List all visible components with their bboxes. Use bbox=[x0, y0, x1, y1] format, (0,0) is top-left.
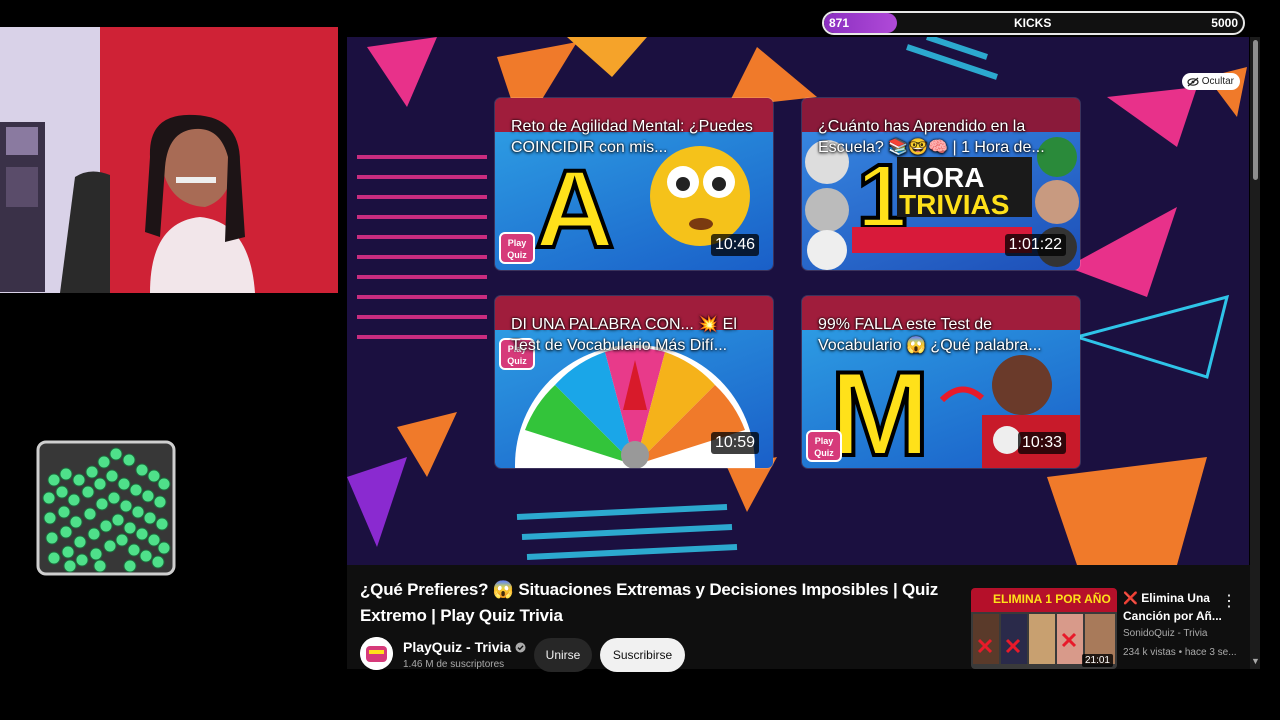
end-card-duration: 1:01:22 bbox=[1004, 234, 1066, 256]
eye-off-icon bbox=[1187, 77, 1199, 86]
end-card[interactable]: 1 HORA TRIVIAS ¿Cuánto has Aprendido en … bbox=[802, 98, 1080, 270]
channel-name-text[interactable]: PlayQuiz - Trivia bbox=[403, 639, 511, 655]
more-vert-icon[interactable]: ⋮ bbox=[1221, 591, 1237, 611]
recommended-duration: 21:01 bbox=[1081, 654, 1113, 667]
svg-text:M: M bbox=[830, 347, 930, 468]
scroll-down-arrow-icon[interactable]: ▼ bbox=[1251, 656, 1260, 666]
recommended-thumbnail[interactable]: ELIMINA 1 POR AÑO 21:01 bbox=[971, 588, 1117, 669]
play-quiz-logo: Play Quiz bbox=[806, 430, 842, 462]
svg-text:A: A bbox=[535, 148, 614, 270]
end-card-title: 99% FALLA este Test de Vocabulario 😱 ¿Qu… bbox=[818, 316, 1042, 354]
kicks-goal-bar: 871 KICKS 5000 bbox=[822, 11, 1245, 35]
subscriber-count: 1.46 M de suscriptores bbox=[403, 659, 505, 670]
end-card[interactable]: M Play Quiz 99% FALLA este Test de Vocab… bbox=[802, 296, 1080, 468]
end-card-title: DI UNA PALABRA CON... 💥 El Test de Vocab… bbox=[511, 316, 737, 354]
webcam-overlay bbox=[0, 27, 338, 293]
end-card[interactable]: A Play Quiz Reto de Agilidad Mental: ¿Pu… bbox=[495, 98, 773, 270]
hide-label: Ocultar bbox=[1201, 76, 1234, 87]
hide-end-cards-button[interactable]: Ocultar bbox=[1181, 73, 1240, 90]
end-card-duration: 10:59 bbox=[710, 432, 759, 454]
verified-check-icon bbox=[515, 642, 526, 652]
recommended-channel[interactable]: SonidoQuiz - Trivia bbox=[1123, 628, 1207, 639]
kicks-goal: 5000 bbox=[1211, 16, 1238, 30]
video-player[interactable]: Ocultar A Play Quiz Reto de Agilidad Men… bbox=[347, 37, 1249, 565]
video-title: ¿Qué Prefieres? 😱 Situaciones Extremas y… bbox=[360, 580, 939, 625]
end-card-title: ¿Cuánto has Aprendido en la Escuela? 📚🤓🧠… bbox=[818, 118, 1045, 156]
subscribe-button[interactable]: Suscribirse bbox=[600, 638, 685, 672]
kicks-jar bbox=[34, 440, 178, 578]
recommended-meta: 234 k vistas • hace 3 se... bbox=[1123, 647, 1237, 658]
play-quiz-logo: Play Quiz bbox=[499, 232, 535, 264]
page-scrollbar-thumb[interactable] bbox=[1253, 40, 1258, 180]
end-card[interactable]: Play Quiz DI UNA PALABRA CON... 💥 El Tes… bbox=[495, 296, 773, 468]
end-card-title: Reto de Agilidad Mental: ¿Puedes COINCID… bbox=[511, 118, 753, 156]
recommended-title[interactable]: ❌ Elimina Una Canción por Añ... bbox=[1123, 589, 1233, 625]
end-screen-background bbox=[347, 37, 1249, 565]
video-info: ¿Qué Prefieres? 😱 Situaciones Extremas y… bbox=[347, 565, 1250, 672]
channel-name[interactable]: PlayQuiz - Trivia bbox=[403, 639, 526, 655]
end-card-duration: 10:46 bbox=[710, 234, 759, 256]
join-button[interactable]: Unirse bbox=[534, 638, 592, 672]
recommended-thumb-banner: ELIMINA 1 POR AÑO bbox=[993, 592, 1111, 606]
end-card-duration: 10:33 bbox=[1017, 432, 1066, 454]
kicks-label: KICKS bbox=[1014, 16, 1052, 30]
channel-avatar[interactable] bbox=[360, 637, 393, 670]
kicks-current: 871 bbox=[829, 16, 850, 30]
svg-text:TRIVIAS: TRIVIAS bbox=[899, 189, 1009, 220]
